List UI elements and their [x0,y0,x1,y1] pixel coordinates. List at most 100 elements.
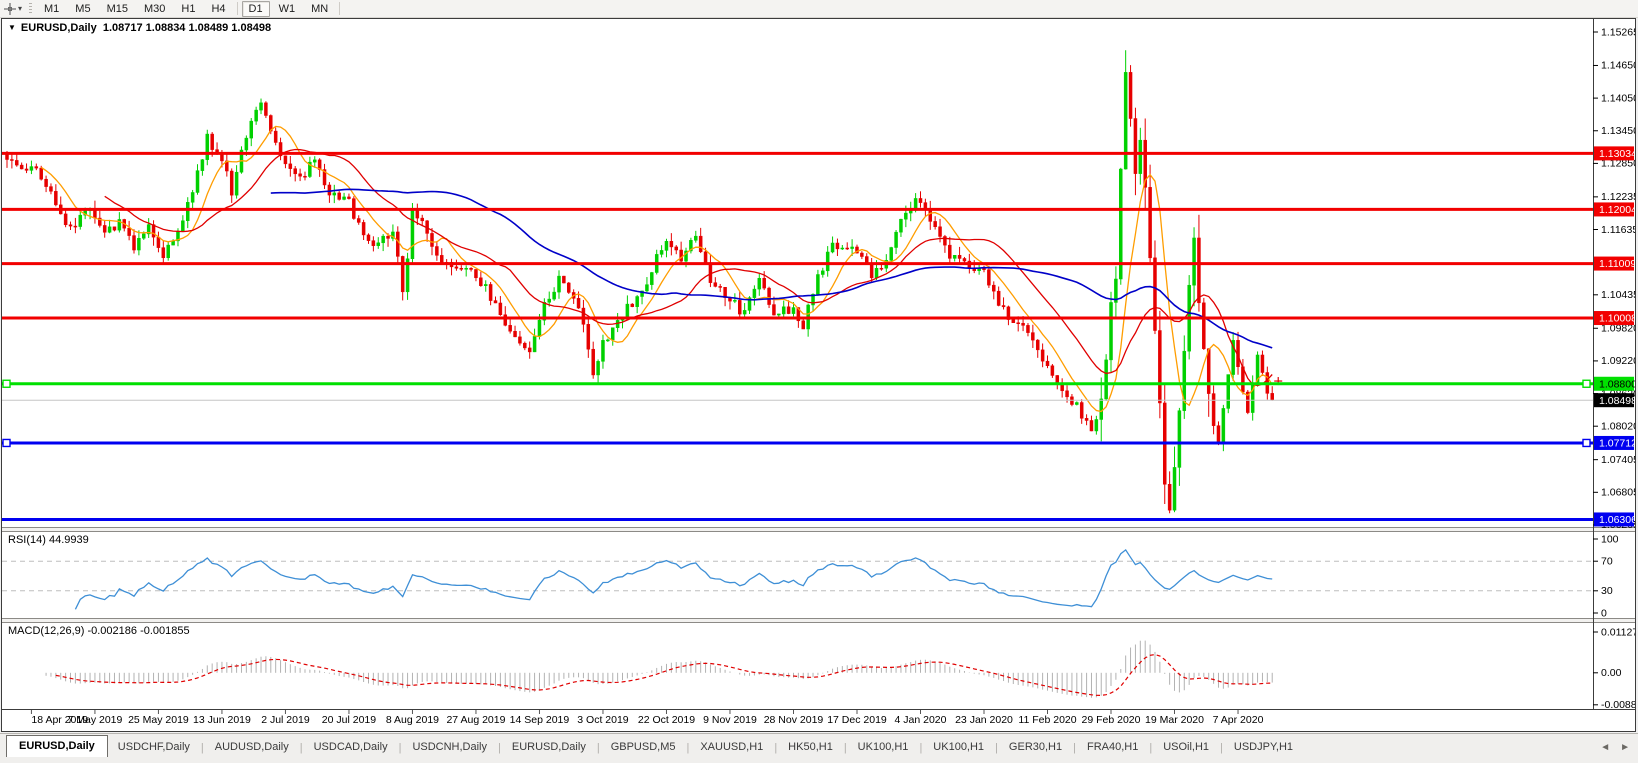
axis-label: 1.15265 [1601,26,1635,38]
axis-label: 0.00 [1601,667,1622,679]
date-label: 25 May 2019 [128,714,189,726]
date-label: 4 Jan 2020 [895,714,947,726]
axis-label: -0.008845 [1601,699,1635,711]
date-label: 13 Jun 2019 [193,714,251,726]
timeframe-button-group: M1 M5 M15 M30 H1 H4 [36,1,234,17]
title-marker-icon[interactable]: ▼ [8,23,16,32]
timeframe-button-d1[interactable]: D1 [241,0,270,17]
chart-tab-usdcad-daily[interactable]: USDCAD,Daily [304,738,398,758]
current-price-line [2,377,1593,401]
top-toolbar: ▾ M1 M5 M15 M30 H1 H4 D1 W1 MN [0,0,1638,18]
axis-label: 30 [1601,585,1613,597]
macd-pane[interactable] [45,640,1273,698]
date-label: 8 Aug 2019 [386,714,439,726]
date-label: 20 Jul 2019 [322,714,376,726]
chart-tab-usdcnh-daily[interactable]: USDCNH,Daily [402,738,497,758]
date-label: 22 Oct 2019 [638,714,695,726]
line-handle-icon[interactable] [2,379,11,388]
timeframe-button-mn[interactable]: MN [304,1,335,17]
chart-tab-usdchf-daily[interactable]: USDCHF,Daily [108,738,200,758]
price-badge-label: 1.10008 [1599,313,1635,325]
chart-tab-eurusd-daily[interactable]: EURUSD,Daily [6,735,108,758]
price-badge-label: 1.12004 [1599,204,1635,216]
axis-label: 1.06805 [1601,487,1635,499]
date-label: 11 Feb 2020 [1018,714,1076,726]
chart-tab-bar: EURUSD,Daily USDCHF,Daily | AUDUSD,Daily | US… [0,733,1638,758]
chart-symbol-period: EURUSD,Daily [20,22,97,34]
line-handle-icon[interactable] [1582,438,1591,448]
price-axis[interactable]: 1.152651.146501.140501.134501.128501.122… [1593,26,1635,711]
rsi-pane[interactable] [2,548,1593,610]
price-badge-label: 1.13034 [1599,148,1635,160]
chart-tab-eurusd-daily[interactable]: EURUSD,Daily [502,738,596,758]
rsi-indicator-label: RSI(14) 44.9939 [8,534,89,546]
chart-tab-xauusd-h1[interactable]: XAUUSD,H1 [690,738,773,758]
axis-label: 1.10435 [1601,289,1635,301]
timeframe-button-m1[interactable]: M1 [37,1,66,17]
timeframe-button-m30[interactable]: M30 [137,1,172,17]
rsi-line [74,548,1273,610]
axis-label: 0 [1601,607,1607,619]
support-resistance-lines[interactable] [2,151,1593,521]
price-badge-label: 1.08498 [1599,395,1635,407]
line-handle-icon[interactable] [2,438,11,448]
axis-label: 0.011277 [1601,626,1635,638]
date-label: 23 Jan 2020 [955,714,1013,726]
chevron-down-icon[interactable]: ▾ [18,4,22,13]
chart-ohlc-values: 1.08717 1.08834 1.08489 1.08498 [102,22,272,34]
timeframe-button-h4[interactable]: H4 [204,1,232,17]
timeframe-button-m5[interactable]: M5 [68,1,97,17]
timeframe-button-h1[interactable]: H1 [174,1,202,17]
macd-signal-line [55,653,1273,697]
axis-label: 70 [1601,555,1613,567]
axis-label: 1.14050 [1601,92,1635,104]
date-axis[interactable]: 18 Apr 20197 May 2019 25 May 2019 13 Jun 2… [30,710,1264,726]
chart-tab-uk100-h1[interactable]: UK100,H1 [923,738,994,758]
price-badge-label: 1.06306 [1599,514,1635,526]
date-label: 3 Oct 2019 [577,714,629,726]
chart-tabs: EURUSD,Daily USDCHF,Daily | AUDUSD,Daily | US… [0,735,1303,758]
axis-label: 1.07405 [1601,454,1635,466]
date-label: 28 Nov 2019 [764,714,824,726]
axis-label: 1.12235 [1601,191,1635,203]
price-chart-canvas[interactable]: 1.152651.146501.140501.134501.128501.122… [2,19,1635,731]
date-label: 2 Jul 2019 [261,714,310,726]
crosshair-icon[interactable] [3,2,17,15]
date-label: 17 Dec 2019 [827,714,887,726]
toolbar-separator-2 [339,2,341,15]
chart-tab-usdjpy-h1[interactable]: USDJPY,H1 [1224,738,1303,758]
pane-frames [2,19,1635,710]
date-label: 14 Sep 2019 [510,714,570,726]
chart-tab-hk50-h1[interactable]: HK50,H1 [778,738,843,758]
status-bar [0,757,1638,763]
axis-label: 1.09220 [1601,355,1635,367]
timeframe-button-group-2: D1 W1 MN [241,0,337,17]
macd-indicator-label: MACD(12,26,9) -0.002186 -0.001855 [8,625,190,637]
chart-tab-usoil-h1[interactable]: USOil,H1 [1153,738,1219,758]
tab-scroll-nav: ◄ ► [1600,742,1630,758]
tab-scroll-left-icon[interactable]: ◄ [1600,742,1610,753]
axis-label: 1.08020 [1601,420,1635,432]
date-label: 7 Apr 2020 [1213,714,1264,726]
chart-tab-fra40-h1[interactable]: FRA40,H1 [1077,738,1148,758]
chart-tab-gbpusd-m5[interactable]: GBPUSD,M5 [601,738,686,758]
axis-label: 1.14650 [1601,60,1635,72]
date-label: 7 May 2019 [67,714,122,726]
axis-label: 1.13450 [1601,125,1635,137]
axis-label: 100 [1601,533,1619,545]
toolbar-grip-handle[interactable] [29,2,33,15]
level-badges: 1.13034 1.12004 1.11009 1.10008 1.08800 1.077… [1594,146,1635,527]
line-handle-icon[interactable] [1582,379,1591,388]
date-label: 29 Feb 2020 [1082,714,1141,726]
chart-window: 1.152651.146501.140501.134501.128501.122… [1,18,1636,732]
chart-tab-uk100-h1[interactable]: UK100,H1 [848,738,919,758]
tab-scroll-right-icon[interactable]: ► [1620,742,1630,753]
ma-line-medium [104,148,1273,387]
chart-tab-audusd-daily[interactable]: AUDUSD,Daily [205,738,299,758]
date-label: 9 Nov 2019 [703,714,757,726]
toolbar-separator [236,2,238,15]
axis-label: 1.11635 [1601,224,1635,236]
timeframe-button-m15[interactable]: M15 [100,1,135,17]
timeframe-button-w1[interactable]: W1 [272,1,303,17]
chart-tab-ger30-h1[interactable]: GER30,H1 [999,738,1072,758]
